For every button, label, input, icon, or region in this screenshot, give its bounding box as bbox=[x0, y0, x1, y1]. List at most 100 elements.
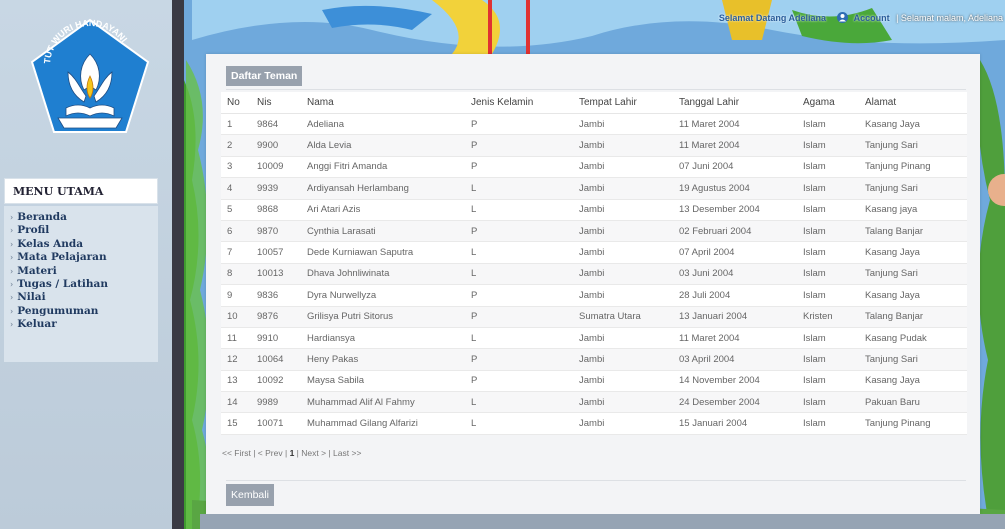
cell-agama: Islam bbox=[797, 156, 859, 179]
table-row: 2 9900 Alda Levia P Jambi 11 Maret 2004 Islam T… bbox=[221, 134, 967, 157]
column-header-jenis-kelamin: Jenis Kelamin bbox=[465, 92, 573, 114]
cell-tanggal-lahir: 24 Desember 2004 bbox=[673, 391, 797, 414]
table-row: 10 9876 Grilisya Putri Sitorus P Sumatra Uta… bbox=[221, 306, 967, 328]
cell-tanggal-lahir: 11 Maret 2004 bbox=[673, 327, 797, 350]
table-row: 5 9868 Ari Atari Azis L Jambi 13 Desember 200… bbox=[221, 199, 967, 221]
table-row: 11 9910 Hardiansya L Jambi 11 Maret 2004 Islam… bbox=[221, 327, 967, 350]
column-header-nama: Nama bbox=[301, 92, 465, 114]
cell-agama: Islam bbox=[797, 199, 859, 221]
divider bbox=[226, 480, 966, 481]
menu-item-profil[interactable]: › Profil bbox=[10, 224, 158, 237]
main-panel: Daftar Teman No Nis Nama Jenis Kelamin T… bbox=[206, 54, 980, 514]
divider bbox=[226, 89, 966, 90]
sidebar: TUT WURI HANDAYANI MENU UTAMA › Beranda ›… bbox=[0, 0, 172, 529]
cell-nama: Muhammad Alif Al Fahmy bbox=[301, 391, 465, 414]
cell-nis: 9989 bbox=[251, 391, 301, 414]
menu-item-tugas-latihan[interactable]: › Tugas / Latihan bbox=[10, 278, 158, 291]
cell-jenis-kelamin: P bbox=[465, 134, 573, 157]
menu-item-mata-pelajaran[interactable]: › Mata Pelajaran bbox=[10, 251, 158, 264]
table-row: 1 9864 Adeliana P Jambi 11 Maret 2004 Islam Kas… bbox=[221, 113, 967, 136]
chevron-right-icon: › bbox=[10, 292, 14, 303]
cell-nama: Hardiansya bbox=[301, 327, 465, 350]
cell-nama: Cynthia Larasati bbox=[301, 220, 465, 243]
pagination: << First | < Prev | 1 | Next > | Last >> bbox=[222, 448, 361, 458]
table-row: 15 10071 Muhammad Gilang Alfarizi L Jambi 15 … bbox=[221, 412, 967, 435]
cell-jenis-kelamin: P bbox=[465, 306, 573, 328]
footer-strip bbox=[200, 514, 1005, 529]
menu-item-beranda[interactable]: › Beranda bbox=[10, 211, 158, 224]
chevron-right-icon: › bbox=[10, 319, 14, 330]
cell-alamat: Kasang jaya bbox=[859, 199, 967, 221]
pager-separator: | bbox=[284, 448, 288, 458]
welcome-text: Selamat Datang Adeliana bbox=[718, 12, 827, 23]
cell-nis: 10071 bbox=[251, 412, 301, 435]
cell-tempat-lahir: Jambi bbox=[573, 263, 673, 286]
cell-nis: 9910 bbox=[251, 327, 301, 350]
cell-alamat: Tanjung Sari bbox=[859, 134, 967, 157]
cell-agama: Islam bbox=[797, 134, 859, 157]
cell-alamat: Kasang Jaya bbox=[859, 113, 967, 136]
cell-nama: Heny Pakas bbox=[301, 348, 465, 371]
cell-tempat-lahir: Jambi bbox=[573, 241, 673, 264]
cell-nama: Anggi Fitri Amanda bbox=[301, 156, 465, 179]
cell-no: 10 bbox=[221, 306, 251, 328]
cell-nama: Dede Kurniawan Saputra bbox=[301, 241, 465, 264]
menu-item-kelas-anda[interactable]: › Kelas Anda bbox=[10, 238, 158, 251]
cell-tempat-lahir: Jambi bbox=[573, 113, 673, 136]
cell-jenis-kelamin: L bbox=[465, 327, 573, 350]
cell-nis: 10013 bbox=[251, 263, 301, 286]
cell-no: 4 bbox=[221, 177, 251, 200]
cell-nis: 9870 bbox=[251, 220, 301, 243]
cell-no: 2 bbox=[221, 134, 251, 157]
cell-jenis-kelamin: L bbox=[465, 391, 573, 414]
table-row: 4 9939 Ardiyansah Herlambang L Jambi 19 Agust… bbox=[221, 177, 967, 200]
cell-nis: 10057 bbox=[251, 241, 301, 264]
cell-jenis-kelamin: P bbox=[465, 370, 573, 393]
friends-table: No Nis Nama Jenis Kelamin Tempat Lahir T… bbox=[221, 92, 967, 435]
cell-no: 11 bbox=[221, 327, 251, 350]
panel-title: Daftar Teman bbox=[226, 66, 303, 86]
table-row: 8 10013 Dhava Johnliwinata L Jambi 03 Juni 20… bbox=[221, 263, 967, 286]
prev-page-link[interactable]: < Prev bbox=[258, 448, 283, 458]
cell-no: 7 bbox=[221, 241, 251, 264]
cell-alamat: Tanjung Sari bbox=[859, 177, 967, 200]
cell-nis: 10009 bbox=[251, 156, 301, 179]
cell-nis: 9939 bbox=[251, 177, 301, 200]
cell-nis: 10064 bbox=[251, 348, 301, 371]
back-button[interactable]: Kembali bbox=[226, 484, 274, 506]
cell-tanggal-lahir: 15 Januari 2004 bbox=[673, 412, 797, 435]
menu-item-keluar[interactable]: › Keluar bbox=[10, 318, 158, 331]
cell-alamat: Kasang Pudak bbox=[859, 327, 967, 350]
table-row: 6 9870 Cynthia Larasati P Jambi 02 Februari 2… bbox=[221, 220, 967, 243]
cell-tempat-lahir: Jambi bbox=[573, 327, 673, 350]
first-page-link[interactable]: << First bbox=[222, 448, 251, 458]
cell-tempat-lahir: Jambi bbox=[573, 370, 673, 393]
next-page-link[interactable]: Next > bbox=[301, 448, 326, 458]
last-page-link[interactable]: Last >> bbox=[333, 448, 361, 458]
menu-item-nilai[interactable]: › Nilai bbox=[10, 291, 158, 304]
column-header-tempat-lahir: Tempat Lahir bbox=[573, 92, 673, 114]
cell-jenis-kelamin: P bbox=[465, 156, 573, 179]
cell-jenis-kelamin: L bbox=[465, 177, 573, 200]
cell-tanggal-lahir: 13 Januari 2004 bbox=[673, 306, 797, 328]
menu-item-materi[interactable]: › Materi bbox=[10, 265, 158, 278]
cell-jenis-kelamin: P bbox=[465, 348, 573, 371]
cell-agama: Islam bbox=[797, 263, 859, 286]
cell-tanggal-lahir: 14 November 2004 bbox=[673, 370, 797, 393]
cell-tempat-lahir: Jambi bbox=[573, 134, 673, 157]
table-body: 1 9864 Adeliana P Jambi 11 Maret 2004 Islam Kas… bbox=[221, 113, 967, 435]
current-page: 1 bbox=[289, 448, 295, 458]
cell-tempat-lahir: Jambi bbox=[573, 199, 673, 221]
menu-item-pengumuman[interactable]: › Pengumuman bbox=[10, 305, 158, 318]
cell-tempat-lahir: Jambi bbox=[573, 156, 673, 179]
pager-separator: | bbox=[328, 448, 331, 458]
cell-tempat-lahir: Sumatra Utara bbox=[573, 306, 673, 328]
pager-separator: | bbox=[296, 448, 299, 458]
cell-nis: 10092 bbox=[251, 370, 301, 393]
cell-agama: Islam bbox=[797, 241, 859, 264]
cell-tanggal-lahir: 03 Juni 2004 bbox=[673, 263, 797, 286]
chevron-right-icon: › bbox=[10, 305, 14, 316]
account-link[interactable]: Account bbox=[854, 13, 890, 23]
cell-jenis-kelamin: P bbox=[465, 284, 573, 307]
cell-nama: Adeliana bbox=[301, 113, 465, 136]
